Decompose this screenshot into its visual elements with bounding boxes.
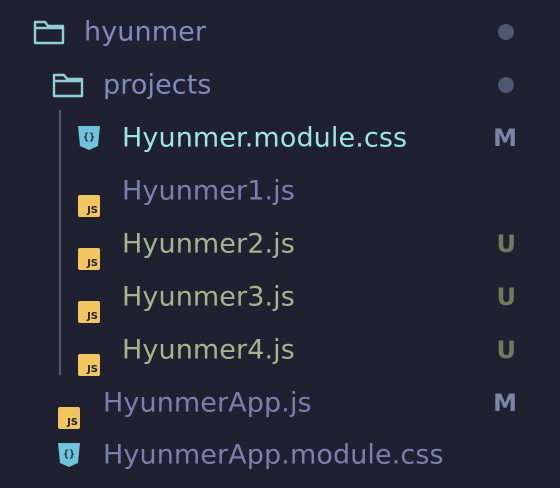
- svg-text:{}: {}: [63, 449, 75, 460]
- file-label: HyunmerApp.js: [103, 387, 312, 418]
- js-icon: JS: [58, 407, 80, 429]
- js-icon: JS: [78, 195, 100, 217]
- file-label: Hyunmer2.js: [122, 228, 295, 259]
- folder-label: projects: [103, 69, 212, 100]
- file-label: Hyunmer.module.css: [122, 122, 408, 153]
- git-status-badge: M: [493, 123, 517, 152]
- git-status-badge: U: [496, 335, 517, 364]
- folder-icon: [33, 20, 65, 44]
- changes-dot: [498, 23, 514, 40]
- file-label: Hyunmer3.js: [122, 281, 295, 312]
- js-icon: JS: [78, 354, 100, 376]
- file-label: HyunmerApp.module.css: [103, 439, 444, 470]
- file-row-hyunmer2-js[interactable]: JS Hyunmer2.js U: [0, 217, 560, 270]
- folder-icon: [52, 73, 84, 97]
- folder-row-projects[interactable]: projects: [0, 58, 560, 111]
- folder-row-hyunmer[interactable]: hyunmer: [0, 5, 560, 58]
- file-row-hyunmer1-js[interactable]: JS Hyunmer1.js: [0, 164, 560, 217]
- file-row-hyunmerapp-js[interactable]: JS HyunmerApp.js M: [0, 376, 560, 429]
- file-label: Hyunmer1.js: [122, 175, 295, 206]
- file-label: Hyunmer4.js: [122, 334, 295, 365]
- svg-text:{}: {}: [83, 132, 95, 143]
- file-row-hyunmer-module-css[interactable]: {} Hyunmer.module.css M: [0, 111, 560, 164]
- folder-label: hyunmer: [84, 16, 207, 47]
- file-explorer: hyunmer projects {} Hyunmer.module.css M…: [0, 0, 560, 488]
- js-icon: JS: [78, 301, 100, 323]
- js-icon: JS: [78, 248, 100, 270]
- changes-dot: [498, 76, 514, 93]
- file-row-hyunmerapp-module-css[interactable]: {} HyunmerApp.module.css: [0, 428, 560, 481]
- git-status-badge: U: [496, 229, 517, 258]
- file-row-hyunmer4-js[interactable]: JS Hyunmer4.js U: [0, 323, 560, 376]
- file-row-hyunmer3-js[interactable]: JS Hyunmer3.js U: [0, 270, 560, 323]
- git-status-badge: U: [496, 282, 517, 311]
- css-icon: {}: [78, 125, 100, 150]
- css-icon: {}: [58, 442, 80, 467]
- git-status-badge: M: [493, 388, 517, 417]
